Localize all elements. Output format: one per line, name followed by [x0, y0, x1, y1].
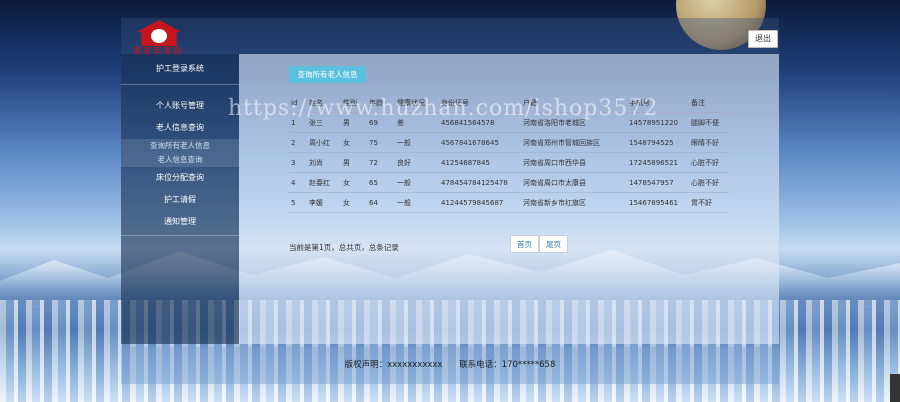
top-bar: 家家有家政 退出 — [121, 18, 779, 57]
table-cell: 眼睛不好 — [689, 132, 729, 153]
table-cell: 赵春红 — [307, 172, 341, 193]
table-cell: 64 — [367, 192, 395, 213]
house-logo-icon — [137, 20, 181, 46]
table-cell: 刘尚 — [307, 152, 341, 173]
table-cell: 河南省周口市太康县 — [521, 172, 627, 193]
col-header: 备注 — [689, 94, 729, 113]
table-cell: 心脏不好 — [689, 152, 729, 173]
sidebar-item-account[interactable]: 个人账号管理 — [121, 95, 239, 117]
table-cell: 1478547957 — [627, 172, 689, 193]
sidebar-subitem-elder-query[interactable]: 老人信息查询 — [121, 153, 239, 167]
table-cell: 65 — [367, 172, 395, 193]
table-cell: 41254687845 — [439, 152, 521, 173]
table-cell: 胃不好 — [689, 192, 729, 213]
table-cell: 周小红 — [307, 132, 341, 153]
table-cell: 75 — [367, 132, 395, 153]
table-cell: 男 — [341, 152, 367, 173]
table-cell: 4567841678645 — [439, 132, 521, 153]
table-cell: 4 — [289, 172, 307, 193]
table-row: 4 赵春红女 65 一般 478454784125478 河南省周口市太康县 1478547… — [289, 172, 729, 193]
logo: 家家有家政 — [129, 20, 239, 57]
table-cell: 15467895461 — [627, 192, 689, 213]
table-cell: 41244579845687 — [439, 192, 521, 213]
app-shell: 家家有家政 退出 护工登录系统 个人账号管理 老人信息查询 查询所有老人信息 老… — [121, 18, 779, 384]
table-cell: 腿脚不便 — [689, 112, 729, 133]
logout-button[interactable]: 退出 — [748, 30, 778, 48]
table-cell: 一般 — [395, 132, 439, 153]
table-cell: 心脏不好 — [689, 172, 729, 193]
sidebar-item-notice[interactable]: 通知管理 — [121, 211, 239, 233]
page-info: 当前是第1页，总共页，总条记录 — [289, 243, 399, 252]
first-page-button[interactable]: 首页 — [510, 235, 539, 253]
sidebar-subitem-all-elders[interactable]: 查询所有老人信息 — [121, 139, 239, 153]
table-cell: 2 — [289, 132, 307, 153]
sidebar-title: 护工登录系统 — [121, 54, 239, 85]
table-cell: 3 — [289, 152, 307, 173]
phone-text: 联系电话：170*****658 — [459, 360, 556, 370]
sidebar-item-bed[interactable]: 床位分配查询 — [121, 167, 239, 189]
sidebar: 护工登录系统 个人账号管理 老人信息查询 查询所有老人信息 老人信息查询 床位分… — [121, 54, 239, 344]
table-cell: 一般 — [395, 192, 439, 213]
scroll-handle[interactable] — [890, 374, 900, 402]
sidebar-item-elder-query[interactable]: 老人信息查询 — [121, 117, 239, 139]
watermark: https://www.huzhan.com/ishop3572 — [228, 96, 659, 121]
table-cell: 一般 — [395, 172, 439, 193]
table-cell: 女 — [341, 192, 367, 213]
copyright-text: 版权声明：xxxxxxxxxxx — [344, 360, 443, 370]
table-row: 3 刘尚男 72 良好 41254687845 河南省周口市西华县 17245896521 心… — [289, 152, 729, 173]
table-cell: 72 — [367, 152, 395, 173]
table-cell: 良好 — [395, 152, 439, 173]
sidebar-item-leave[interactable]: 护工请假 — [121, 189, 239, 211]
pager: 首页 尾页 — [510, 235, 568, 253]
table-row: 2 周小红女 75 一般 4567841678645 河南省郑州市管城回族区 1548794… — [289, 132, 729, 153]
table-cell: 478454784125478 — [439, 172, 521, 193]
table-cell: 河南省周口市西华县 — [521, 152, 627, 173]
footer: 版权声明：xxxxxxxxxxx 联系电话：170*****658 — [121, 347, 779, 384]
query-all-button[interactable]: 查询所有老人信息 — [289, 66, 366, 83]
table-cell: 河南省新乡市红旗区 — [521, 192, 627, 213]
table-cell: 5 — [289, 192, 307, 213]
table-cell: 女 — [341, 172, 367, 193]
table-cell: 李媛 — [307, 192, 341, 213]
last-page-button[interactable]: 尾页 — [539, 235, 568, 253]
table-cell: 1548794525 — [627, 132, 689, 153]
table-row: 5 李媛女 64 一般 41244579845687 河南省新乡市红旗区 154678954… — [289, 192, 729, 213]
table-cell: 女 — [341, 132, 367, 153]
table-cell: 河南省郑州市管城回族区 — [521, 132, 627, 153]
table-cell: 17245896521 — [627, 152, 689, 173]
